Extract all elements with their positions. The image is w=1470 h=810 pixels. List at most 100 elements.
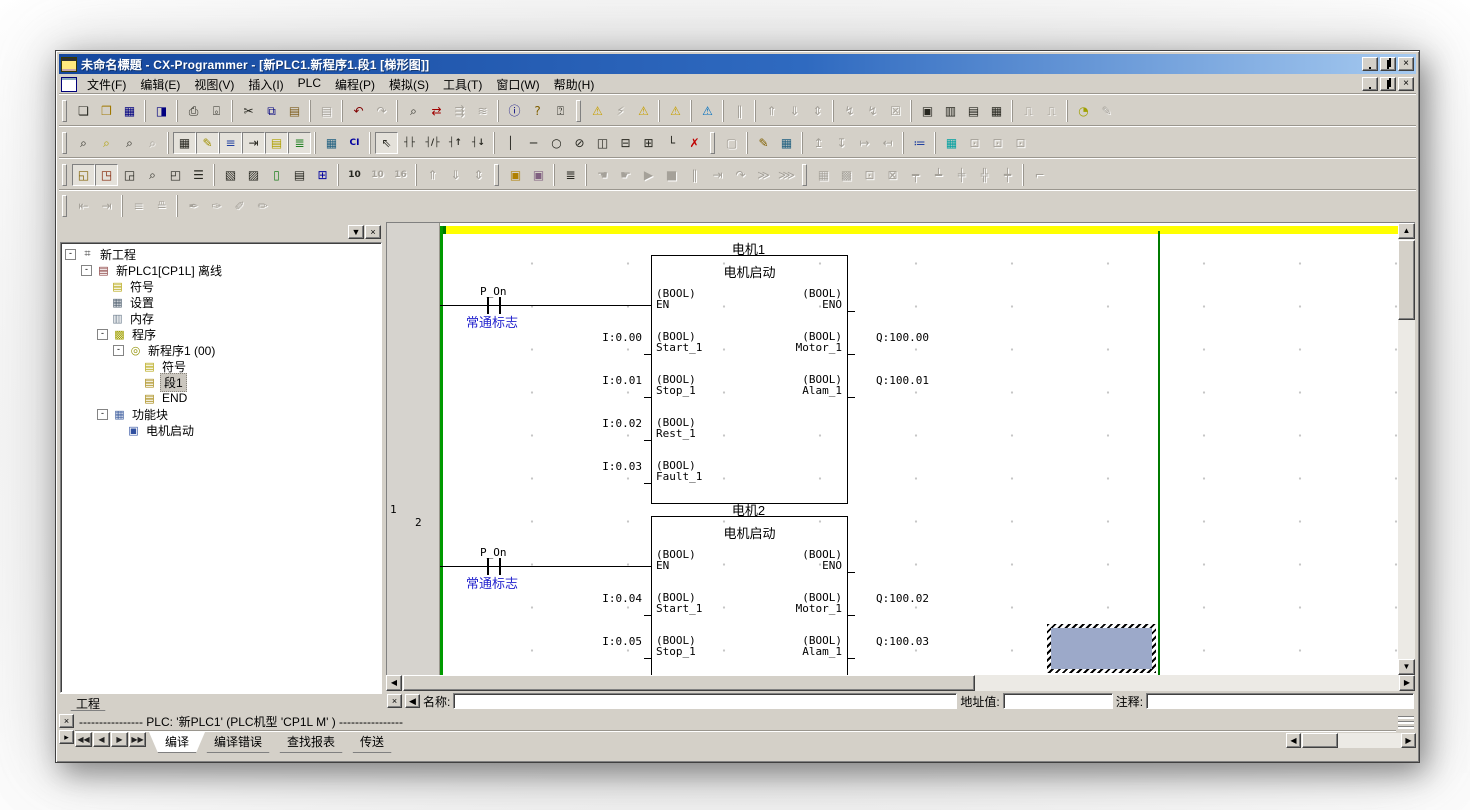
menu-file[interactable]: 文件(F) [80,74,133,95]
tree-item-fb-motor-start[interactable]: ▣电机启动 [63,422,381,438]
namebar-close-button[interactable]: × [387,694,402,708]
tree-item-section1[interactable]: ▤段1 [63,374,381,390]
toolbar-grip[interactable] [710,132,715,154]
address-reference-button[interactable]: ◰ [164,164,187,186]
menu-tools[interactable]: 工具(T) [436,74,489,95]
close-button[interactable]: × [1398,57,1414,71]
show-list-button[interactable]: ≡ [219,132,242,154]
zoom-to-button[interactable]: ⌕ [95,132,118,154]
closed-coil-button[interactable]: ⊘ [568,132,591,154]
tree-expander-icon[interactable]: - [97,329,108,340]
restore-button[interactable] [1380,57,1396,71]
output-close-button[interactable]: × [59,714,74,728]
tree-item-settings[interactable]: ▦设置 [63,294,381,310]
rung-annotation-button[interactable]: ▤ [288,164,311,186]
vertical-scrollbar[interactable]: ▲ ▼ [1398,223,1415,675]
tree-expander-icon[interactable]: - [113,345,124,356]
scroll-right-button[interactable]: ▶ [1399,675,1415,691]
line-delete-button[interactable]: ✗ [683,132,706,154]
io-comment-button[interactable]: ▨ [242,164,265,186]
compile-program-button[interactable]: ⚠ [586,100,609,122]
properties-button[interactable]: ☰ [187,164,210,186]
help-topics-button[interactable]: ? [526,100,549,122]
menu-insert[interactable]: 插入(I) [241,74,290,95]
window-arrange-button[interactable]: ▦ [985,100,1008,122]
tree-item-function-blocks[interactable]: -▦功能块 [63,406,381,422]
compile-button[interactable]: ◨ [150,100,173,122]
scroll-up-button[interactable]: ▲ [1398,223,1415,239]
name-input[interactable] [453,693,957,709]
save-button[interactable]: ▦ [118,100,141,122]
last-tab-button[interactable]: ▶▶ [129,732,146,747]
next-tab-button[interactable]: ▶ [111,732,128,747]
toolbar-grip[interactable] [802,164,807,186]
tree-item-programs[interactable]: -▩程序 [63,326,381,342]
undo-button[interactable]: ↶ [347,100,370,122]
symbol-bar-button[interactable]: ▤ [265,132,288,154]
find-button[interactable]: ⌕ [402,100,425,122]
tree-item-memory[interactable]: ▥内存 [63,310,381,326]
block-program-button[interactable]: ▦ [775,132,798,154]
monitor-decimal-button[interactable]: 10 [343,164,366,186]
horizontal-line-button[interactable]: ─ [522,132,545,154]
output-expand-button[interactable]: ▸ [59,730,74,744]
open-button[interactable]: ❒ [95,100,118,122]
output-tab-compile[interactable]: 编译 [149,732,205,753]
namebar-prev-button[interactable]: ◀ [405,694,420,708]
tree-toggle-button[interactable]: ≣ [288,132,311,154]
closed-contact-button[interactable]: ┤/├ [421,132,444,154]
instruction-set-button[interactable]: ⊟ [614,132,637,154]
selection-cursor[interactable] [1047,624,1156,673]
output-scroll-left[interactable]: ◀ [1286,733,1301,748]
hr-monitor-button[interactable]: ▦ [940,132,963,154]
toggle-watch-window-button[interactable]: ◲ [118,164,141,186]
prev-tab-button[interactable]: ◀ [93,732,110,747]
tree-item-program1[interactable]: -◎新程序1 (00) [63,342,381,358]
output-tab-find-report[interactable]: 查找报表 [271,732,351,753]
open-coil-button[interactable]: ○ [545,132,568,154]
size-grip[interactable] [1396,716,1416,729]
copy-button[interactable]: ⧉ [260,100,283,122]
print-preview-button[interactable]: ⌻ [205,100,228,122]
toolbar-grip[interactable] [576,100,581,122]
output-tab-compile-error[interactable]: 编译错误 [198,732,278,753]
or-open-contact-button[interactable]: ┤↑ [444,132,467,154]
work-online-simulator-button[interactable]: ▣ [527,164,550,186]
output-tab-transfer[interactable]: 传送 [344,732,400,753]
tree-panel-menu-button[interactable]: ▼ [348,225,364,239]
mdi-document-icon[interactable] [61,77,77,92]
ci-view-button[interactable]: CI [343,132,366,154]
minimize-button[interactable] [1362,57,1378,71]
menu-program[interactable]: 编程(P) [328,74,382,95]
title-bar[interactable]: 未命名標題 - CX-Programmer - [新PLC1.新程序1.段1 [… [59,54,1416,74]
instruction-box-button[interactable]: ◫ [591,132,614,154]
fb-invoke-button[interactable]: ⊞ [637,132,660,154]
mnemonic-view-button[interactable]: ▦ [320,132,343,154]
transfer-check-button[interactable]: ⚠ [664,100,687,122]
tree-expander-icon[interactable]: - [97,409,108,420]
about-button[interactable]: ⓘ [503,100,526,122]
output-hscrollbar[interactable]: ◀ ▶ [1286,733,1416,748]
new-button[interactable]: ❏ [72,100,95,122]
section-list-button[interactable]: ▯ [265,164,288,186]
toolbar-grip[interactable] [62,100,67,122]
tree-item-plc[interactable]: -▤新PLC1[CP1L] 离线 [63,262,381,278]
tree-panel-close-button[interactable]: × [365,225,381,239]
window-tile-v-button[interactable]: ▤ [962,100,985,122]
mnemonic-button[interactable]: ⊞ [311,164,334,186]
window-cascade-button[interactable]: ▣ [916,100,939,122]
comment-input[interactable] [1146,693,1414,709]
horizontal-scrollbar[interactable]: ◀ ▶ [386,675,1415,691]
symbol-table-button[interactable]: ▧ [219,164,242,186]
or-closed-contact-button[interactable]: ┤↓ [467,132,490,154]
context-help-button[interactable]: ⍰ [549,100,572,122]
tree-expander-icon[interactable]: - [65,249,76,260]
hscroll-thumb[interactable] [403,675,975,691]
zoom-100-button[interactable]: ⌕ [118,132,141,154]
tab-project[interactable]: 工程 [62,694,114,711]
replace-button[interactable]: ⇄ [425,100,448,122]
tree-item-project-root[interactable]: -⌗新工程 [63,246,381,262]
menu-plc[interactable]: PLC [291,74,328,95]
find-warning-button[interactable]: ⚠ [632,100,655,122]
mdi-minimize-button[interactable] [1362,77,1378,91]
